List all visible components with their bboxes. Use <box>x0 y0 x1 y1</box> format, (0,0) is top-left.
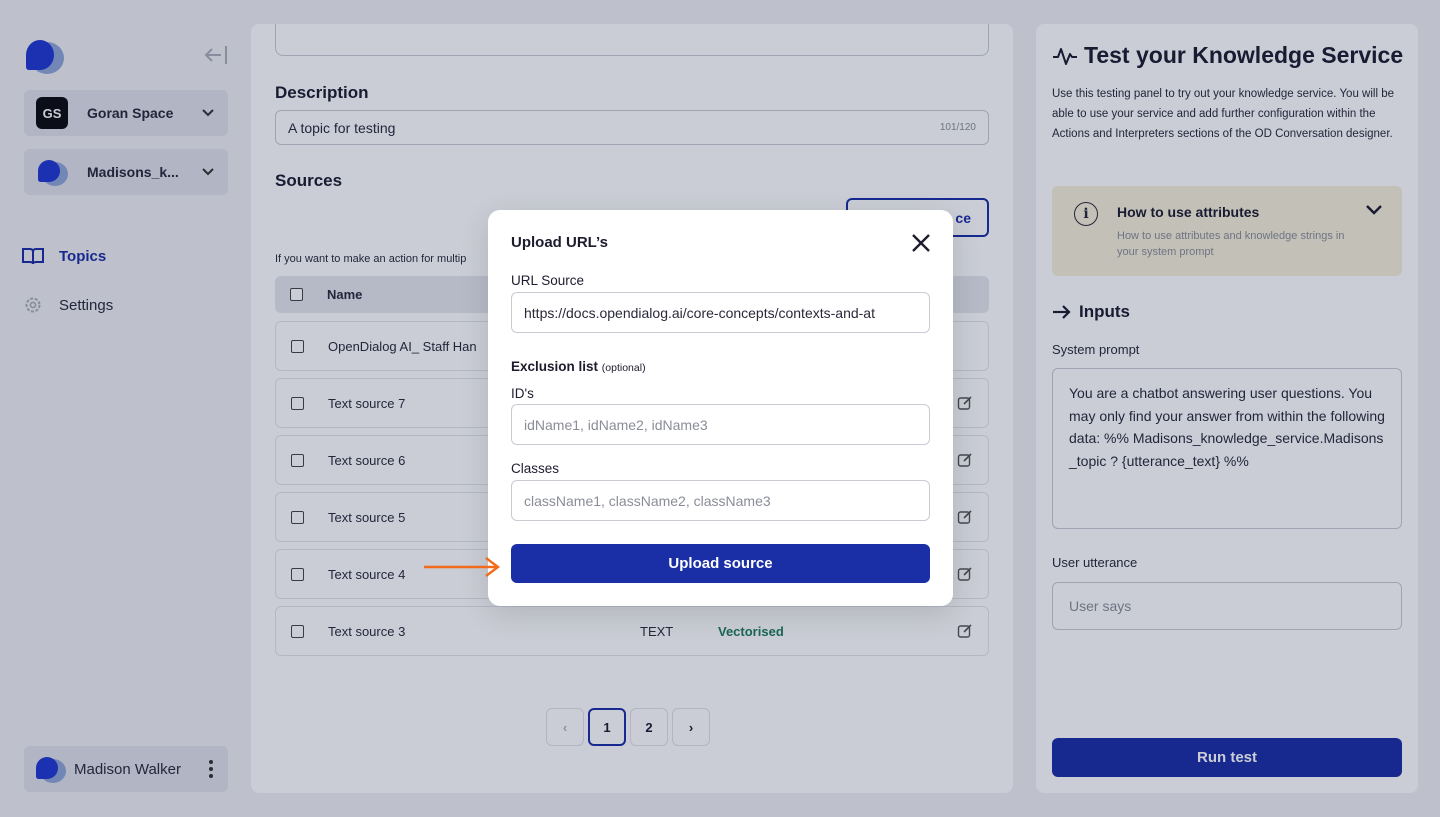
upload-source-button[interactable]: Upload source <box>511 544 930 583</box>
ids-label: ID's <box>511 386 534 401</box>
upload-url-modal: Upload URL’s URL Source https://docs.ope… <box>488 210 953 606</box>
optional-tag: (optional) <box>601 362 646 374</box>
annotation-arrow-icon <box>424 557 500 577</box>
close-icon[interactable] <box>910 232 932 254</box>
exclusion-list-label: Exclusion list (optional) <box>511 359 646 374</box>
ids-input[interactable]: idName1, idName2, idName3 <box>511 404 930 445</box>
modal-title: Upload URL’s <box>511 234 608 251</box>
app-root: GS Goran Space Madisons_k... Topics Sett… <box>0 0 1440 817</box>
classes-label: Classes <box>511 461 560 476</box>
url-source-input[interactable]: https://docs.opendialog.ai/core-concepts… <box>511 292 930 333</box>
url-source-label: URL Source <box>511 273 585 288</box>
classes-input[interactable]: className1, className2, className3 <box>511 480 930 521</box>
exclusion-list-title: Exclusion list <box>511 359 599 374</box>
